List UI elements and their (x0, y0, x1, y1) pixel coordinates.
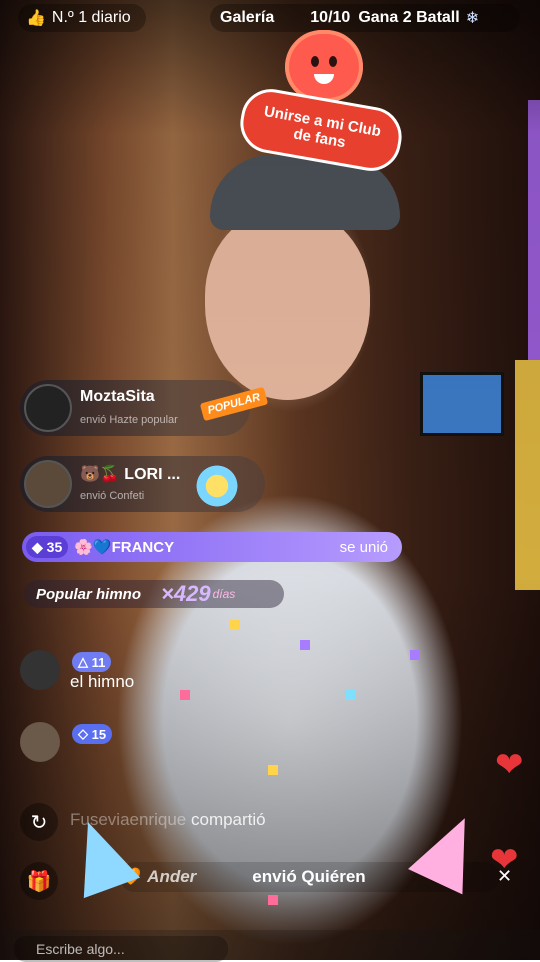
chat-text: el himno (70, 672, 135, 691)
confetti-piece (300, 640, 310, 650)
gallery-pill[interactable]: Galería 10/10 Gana 2 Batall ❄ (210, 4, 520, 32)
mascot-mouth (314, 74, 334, 84)
mascot-eye (311, 56, 319, 67)
confetti-piece (345, 690, 355, 700)
join-notification: ◆ 35 🌸💙 FRANCY se unió (22, 532, 402, 562)
gift-subtitle: envió Confeti (80, 490, 145, 502)
heart-mascot-icon (285, 30, 363, 102)
gift-button[interactable]: 🎁 (20, 862, 58, 900)
hymn-label: Popular himno (36, 585, 141, 603)
gift-sender-name: 🐻🍒 LORI ... (80, 466, 181, 483)
gallery-label: Galería (220, 9, 275, 26)
hymn-count: ×429 (161, 581, 211, 606)
avatar[interactable] (20, 722, 60, 762)
level-badge: ◇ 15 (72, 724, 113, 744)
share-action: compartió (190, 810, 266, 829)
confetti-piece (268, 765, 278, 775)
diamond-icon: ◇ (78, 726, 92, 741)
confetti-piece (230, 620, 240, 630)
heart-icon: ❤ (490, 841, 519, 879)
triangle-icon: △ (78, 654, 92, 669)
popular-hymn-banner[interactable]: Popular himno ×429 días (24, 580, 284, 608)
chat-message[interactable]: ◇ 15 (20, 722, 380, 770)
repost-button[interactable]: ↻ (20, 803, 58, 841)
gift-subtitle: envió Hazte popular (80, 414, 178, 426)
sender-name: Ander (147, 867, 197, 886)
repost-icon: ↻ (30, 811, 48, 834)
confetti-piece (410, 650, 420, 660)
confetti-gift-icon (191, 460, 243, 512)
confetti-piece (268, 895, 278, 905)
level-badge: ◆ 35 (26, 536, 69, 558)
fan-club-ribbon: Unirse a mi Club de fans (235, 84, 407, 176)
emoji-icon: 🌸💙 (74, 539, 112, 556)
gift-sender-name: MoztaSita (80, 388, 155, 405)
daily-rank-label: N.º 1 diario (51, 9, 131, 26)
comment-input[interactable] (14, 936, 228, 962)
diamond-icon: ◆ (32, 538, 47, 555)
hymn-unit: días (212, 587, 236, 601)
gallery-progress: 10/10 (310, 9, 351, 26)
confetti-piece (180, 690, 190, 700)
heart-icon: ❤ (495, 746, 524, 784)
sent-action: envió Quiéren (252, 867, 366, 886)
gift-notification[interactable]: 🐻🍒 LORI ... envió Confeti (20, 456, 265, 512)
emoji-icon: 🐻🍒 (80, 466, 125, 483)
daily-rank-pill[interactable]: 👍 N.º 1 diario (18, 4, 146, 32)
battle-star-icon: ❄ (465, 10, 480, 27)
fan-club-badge[interactable]: Unirse a mi Club de fans (235, 30, 407, 180)
thumbs-up-icon: 👍 (26, 10, 46, 27)
mascot-eye (329, 56, 337, 67)
join-user-name: FRANCY (111, 538, 175, 556)
level-badge: △ 11 (72, 652, 112, 672)
avatar[interactable] (24, 460, 72, 508)
avatar[interactable] (20, 650, 60, 690)
battle-label: Gana 2 Batall (358, 9, 460, 26)
chat-message[interactable]: △ 11 el himno (20, 650, 380, 698)
avatar[interactable] (24, 384, 72, 432)
gift-icon: 🎁 (26, 870, 52, 893)
join-action: se unió (339, 538, 388, 556)
